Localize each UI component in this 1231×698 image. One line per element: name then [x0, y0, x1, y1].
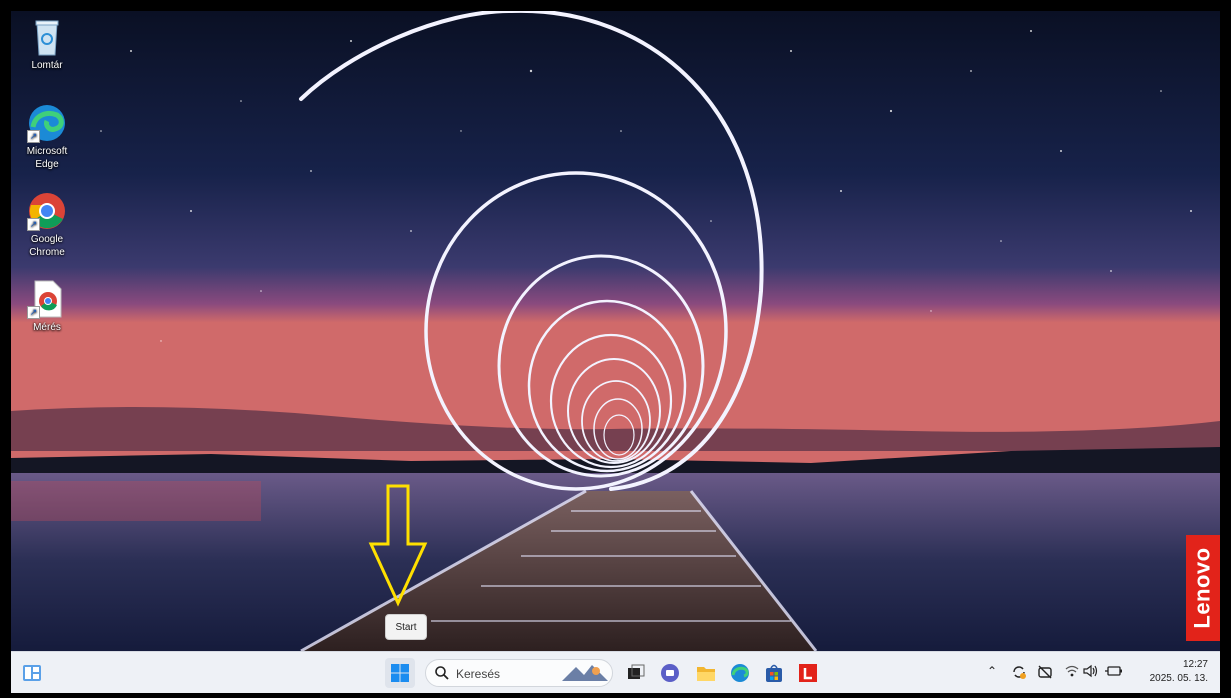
lenovo-logo: Lenovo	[1186, 535, 1220, 641]
chevron-up-icon: ⌃	[987, 664, 998, 678]
wifi-tray-button[interactable]	[1065, 664, 1079, 681]
desktop-icon-edge[interactable]: ↗ Microsoft Edge	[19, 103, 75, 171]
search-highlight-icon	[562, 665, 608, 681]
desktop-icon-label: Microsoft Edge	[26, 146, 68, 170]
chrome-icon: ↗	[27, 191, 67, 231]
store-icon	[766, 664, 782, 682]
battery-plug-icon	[1105, 666, 1122, 676]
widgets-icon	[23, 665, 41, 681]
camera-off-icon	[1038, 665, 1052, 679]
speaker-icon	[1083, 664, 1098, 678]
lenovo-app-button[interactable]	[793, 658, 823, 688]
desktop-icon-recycle-bin[interactable]: Lomtár	[19, 17, 75, 72]
teams-icon	[661, 664, 679, 682]
desktop-icon-meres[interactable]: ↗ Mérés	[19, 279, 75, 334]
camera-off-tray-button[interactable]	[1037, 664, 1053, 683]
teams-button[interactable]	[655, 658, 685, 688]
start-button[interactable]	[385, 658, 415, 688]
start-tooltip: Start	[385, 614, 427, 640]
search-placeholder: Keresés	[456, 667, 501, 681]
start-icon	[391, 664, 409, 682]
clock-date: 2025. 05. 13.	[1149, 673, 1208, 684]
task-view-icon	[628, 664, 645, 679]
taskbar-clock[interactable]: 12:27 2025. 05. 13.	[1144, 658, 1208, 686]
store-button[interactable]	[759, 658, 789, 688]
desktop-wallpaper	[11, 11, 1220, 693]
search-icon	[435, 666, 449, 680]
sync-icon	[1013, 666, 1026, 679]
task-view-button[interactable]	[621, 658, 651, 688]
edge-taskbar-button[interactable]	[725, 658, 755, 688]
desktop-icon-label: Lomtár	[31, 60, 63, 71]
desktop-icon-label: Mérés	[33, 322, 61, 333]
screen-frame: Lomtár ↗ Microsoft Edge ↗ Google Chrome	[0, 0, 1231, 698]
wifi-icon	[1065, 665, 1079, 677]
volume-tray-button[interactable]	[1083, 664, 1099, 681]
desktop-icon-chrome[interactable]: ↗ Google Chrome	[19, 191, 75, 259]
file-explorer-icon	[697, 667, 715, 681]
clock-time: 12:27	[1182, 659, 1208, 670]
shortcut-arrow-icon: ↗	[27, 306, 40, 319]
edge-icon	[731, 664, 749, 682]
show-hidden-icons-button[interactable]: ⌃	[987, 664, 997, 678]
edge-icon: ↗	[27, 103, 67, 143]
shortcut-arrow-icon: ↗	[27, 218, 40, 231]
battery-tray-button[interactable]	[1105, 664, 1123, 681]
sync-tray-button[interactable]	[1011, 664, 1027, 683]
file-explorer-button[interactable]	[691, 658, 721, 688]
widgets-button[interactable]	[17, 658, 47, 688]
taskbar: Keresés ⌃ 12:27 2025. 05. 13.	[11, 651, 1220, 693]
recycle-bin-icon	[27, 17, 67, 57]
search-box[interactable]: Keresés	[425, 659, 613, 687]
desktop-icon-label: Google Chrome	[29, 234, 65, 258]
shortcut-arrow-icon: ↗	[27, 130, 40, 143]
chrome-document-icon: ↗	[27, 279, 67, 319]
lenovo-app-icon	[799, 664, 817, 682]
